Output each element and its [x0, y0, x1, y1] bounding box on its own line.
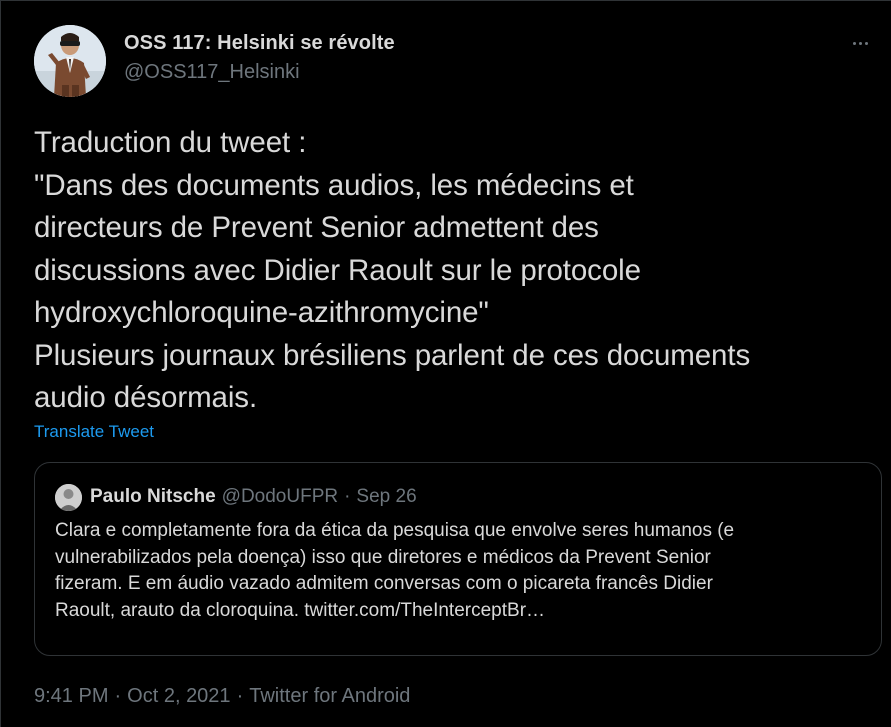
tweet-source[interactable]: Twitter for Android — [249, 685, 410, 707]
quoted-text-line: Clara e completamente fora da ética da p… — [55, 520, 735, 541]
more-dot — [858, 41, 862, 45]
quoted-tweet-header: Paulo Nitsche @DodoUFPR · Sep 26 — [55, 483, 417, 511]
tweet-body-line: hydroxychloroquine-azithromycine" — [34, 296, 489, 329]
quoted-tweet[interactable]: Paulo Nitsche @DodoUFPR · Sep 26 Clara e… — [34, 462, 882, 656]
separator-dot: · — [236, 685, 244, 707]
author-display-name[interactable]: OSS 117: Helsinki se révolte — [124, 31, 395, 55]
more-options-icon[interactable] — [845, 33, 875, 53]
quoted-author-handle: @DodoUFPR — [221, 486, 339, 507]
quoted-text-line: vulnerabilizados pela doença) isso que d… — [55, 546, 711, 568]
author-handle[interactable]: @OSS117_Helsinki — [124, 59, 395, 85]
more-dot — [852, 41, 856, 45]
quoted-tweet-date: Sep 26 — [356, 486, 417, 507]
quoted-text-line: fizeram. E em áudio vazado admitem conve… — [55, 573, 713, 594]
tweet-time[interactable]: 9:41 PM — [34, 685, 108, 707]
tweet-body-line: Plusieurs journaux brésiliens parlent de… — [34, 338, 751, 372]
tweet-body-line: audio désormais. — [34, 381, 258, 414]
tweet-date[interactable]: Oct 2, 2021 — [127, 685, 230, 707]
tweet-metadata: 9:41 PM · Oct 2, 2021 · Twitter for Android — [34, 683, 410, 709]
user-avatar-icon — [55, 483, 82, 511]
more-dot — [864, 41, 868, 45]
quoted-text-line: Raoult, arauto da cloroquina. twitter.co… — [55, 599, 546, 621]
tweet-body-line: "Dans des documents audios, les médecins… — [34, 168, 634, 202]
tweet-body: Traduction du tweet : "Dans des document… — [34, 122, 881, 420]
quoted-tweet-text: Clara e completamente fora da ética da p… — [55, 518, 861, 624]
tweet-body-line: Traduction du tweet : — [34, 126, 307, 159]
quoted-author-name: Paulo Nitsche — [90, 486, 216, 507]
quoted-author-avatar — [55, 483, 82, 511]
author-avatar[interactable] — [34, 25, 106, 97]
tweet-header: OSS 117: Helsinki se révolte @OSS117_Hel… — [34, 25, 875, 99]
tweet-body-line: discussions avec Didier Raoult sur le pr… — [34, 253, 641, 287]
tweet-card: OSS 117: Helsinki se révolte @OSS117_Hel… — [0, 0, 891, 727]
tweet-body-line: directeurs de Prevent Senior admettent d… — [34, 211, 599, 244]
separator-dot: · — [114, 685, 122, 707]
author-info: OSS 117: Helsinki se révolte @OSS117_Hel… — [124, 31, 395, 85]
separator-dot: · — [344, 486, 351, 507]
user-avatar-icon — [34, 25, 106, 97]
translate-tweet-link[interactable]: Translate Tweet — [34, 421, 154, 443]
